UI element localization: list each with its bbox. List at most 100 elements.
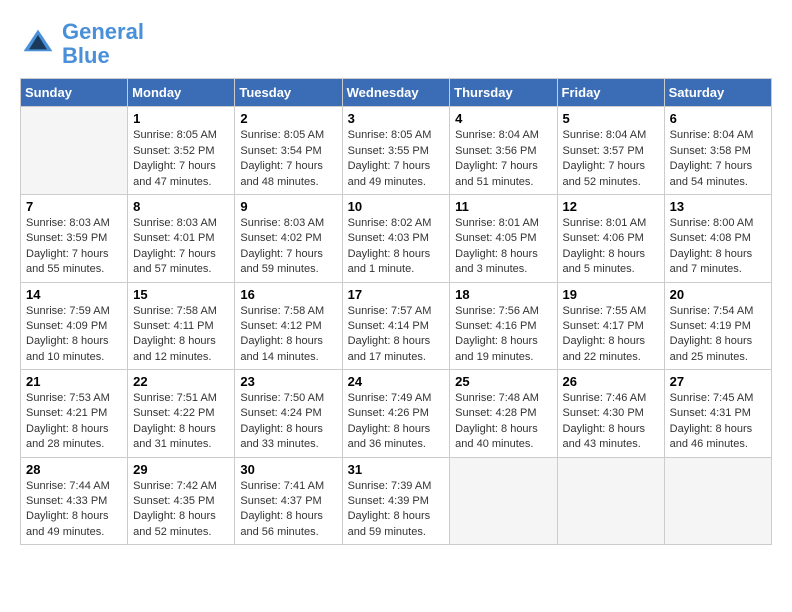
day-number: 3	[348, 111, 445, 126]
day-number: 31	[348, 462, 445, 477]
calendar-cell: 8Sunrise: 8:03 AMSunset: 4:01 PMDaylight…	[128, 194, 235, 282]
day-info: Sunrise: 8:01 AMSunset: 4:05 PMDaylight:…	[455, 216, 551, 278]
day-number: 29	[133, 462, 229, 477]
day-info: Sunrise: 7:59 AMSunset: 4:09 PMDaylight:…	[26, 304, 122, 366]
calendar-cell: 30 Sunrise: 7:41 AMSunset: 4:37 PMDayligh…	[235, 457, 342, 545]
calendar-cell: 9 Sunrise: 8:03 AMSunset: 4:02 PMDaylight…	[235, 194, 342, 282]
day-header-sunday: Sunday	[21, 79, 128, 107]
calendar-cell: 6 Sunrise: 8:04 AMSunset: 3:58 PMDaylight…	[664, 107, 771, 195]
day-number: 11	[455, 199, 551, 214]
day-number: 28	[26, 462, 122, 477]
day-info: Sunrise: 7:56 AMSunset: 4:16 PMDaylight:…	[455, 304, 551, 366]
calendar-cell	[557, 457, 664, 545]
calendar-cell: 13 Sunrise: 8:00 AMSunset: 4:08 PMDayligh…	[664, 194, 771, 282]
calendar-cell: 7 Sunrise: 8:03 AMSunset: 3:59 PMDaylight…	[21, 194, 128, 282]
day-number: 19	[563, 287, 659, 302]
day-number: 6	[670, 111, 766, 126]
day-number: 10	[348, 199, 445, 214]
calendar-cell: 19 Sunrise: 7:55 AMSunset: 4:17 PMDayligh…	[557, 282, 664, 370]
calendar-cell: 24 Sunrise: 7:49 AMSunset: 4:26 PMDayligh…	[342, 370, 450, 458]
calendar-week-1: 1 Sunrise: 8:05 AMSunset: 3:52 PMDaylight…	[21, 107, 772, 195]
calendar-cell: 14 Sunrise: 7:59 AMSunset: 4:09 PMDayligh…	[21, 282, 128, 370]
logo-icon	[20, 26, 56, 62]
calendar-cell: 22Sunrise: 7:51 AMSunset: 4:22 PMDayligh…	[128, 370, 235, 458]
day-number: 13	[670, 199, 766, 214]
calendar-week-5: 28Sunrise: 7:44 AMSunset: 4:33 PMDayligh…	[21, 457, 772, 545]
calendar-cell: 25 Sunrise: 7:48 AMSunset: 4:28 PMDayligh…	[450, 370, 557, 458]
day-info: Sunrise: 7:49 AMSunset: 4:26 PMDaylight:…	[348, 391, 445, 453]
day-number: 1	[133, 111, 229, 126]
day-number: 17	[348, 287, 445, 302]
calendar-cell: 21 Sunrise: 7:53 AMSunset: 4:21 PMDayligh…	[21, 370, 128, 458]
day-number: 23	[240, 374, 336, 389]
day-info: Sunrise: 8:00 AMSunset: 4:08 PMDaylight:…	[670, 216, 766, 278]
day-info: Sunrise: 8:04 AMSunset: 3:57 PMDaylight:…	[563, 128, 659, 190]
day-number: 7	[26, 199, 122, 214]
calendar-week-2: 7 Sunrise: 8:03 AMSunset: 3:59 PMDaylight…	[21, 194, 772, 282]
day-number: 5	[563, 111, 659, 126]
calendar-cell: 15 Sunrise: 7:58 AMSunset: 4:11 PMDayligh…	[128, 282, 235, 370]
day-number: 15	[133, 287, 229, 302]
calendar-cell: 18 Sunrise: 7:56 AMSunset: 4:16 PMDayligh…	[450, 282, 557, 370]
day-info: Sunrise: 7:53 AMSunset: 4:21 PMDaylight:…	[26, 391, 122, 453]
day-header-tuesday: Tuesday	[235, 79, 342, 107]
day-info: Sunrise: 8:03 AMSunset: 3:59 PMDaylight:…	[26, 216, 122, 278]
day-info: Sunrise: 7:39 AMSunset: 4:39 PMDaylight:…	[348, 479, 445, 541]
day-info: Sunrise: 8:05 AMSunset: 3:55 PMDaylight:…	[348, 128, 445, 190]
calendar-cell: 4Sunrise: 8:04 AMSunset: 3:56 PMDaylight…	[450, 107, 557, 195]
day-number: 21	[26, 374, 122, 389]
day-info: Sunrise: 8:03 AMSunset: 4:02 PMDaylight:…	[240, 216, 336, 278]
page-header: General Blue	[20, 20, 772, 68]
calendar-cell: 31 Sunrise: 7:39 AMSunset: 4:39 PMDayligh…	[342, 457, 450, 545]
day-info: Sunrise: 7:46 AMSunset: 4:30 PMDaylight:…	[563, 391, 659, 453]
day-info: Sunrise: 7:58 AMSunset: 4:12 PMDaylight:…	[240, 304, 336, 366]
calendar-cell: 3 Sunrise: 8:05 AMSunset: 3:55 PMDaylight…	[342, 107, 450, 195]
day-info: Sunrise: 7:48 AMSunset: 4:28 PMDaylight:…	[455, 391, 551, 453]
day-number: 26	[563, 374, 659, 389]
day-number: 12	[563, 199, 659, 214]
calendar-cell: 16 Sunrise: 7:58 AMSunset: 4:12 PMDayligh…	[235, 282, 342, 370]
day-number: 20	[670, 287, 766, 302]
logo: General Blue	[20, 20, 144, 68]
day-info: Sunrise: 7:42 AMSunset: 4:35 PMDaylight:…	[133, 479, 229, 541]
day-info: Sunrise: 7:55 AMSunset: 4:17 PMDaylight:…	[563, 304, 659, 366]
day-info: Sunrise: 8:04 AMSunset: 3:58 PMDaylight:…	[670, 128, 766, 190]
day-info: Sunrise: 7:54 AMSunset: 4:19 PMDaylight:…	[670, 304, 766, 366]
calendar-cell: 26 Sunrise: 7:46 AMSunset: 4:30 PMDayligh…	[557, 370, 664, 458]
day-header-thursday: Thursday	[450, 79, 557, 107]
day-info: Sunrise: 8:04 AMSunset: 3:56 PMDaylight:…	[455, 128, 551, 190]
day-info: Sunrise: 7:58 AMSunset: 4:11 PMDaylight:…	[133, 304, 229, 366]
day-info: Sunrise: 8:05 AMSunset: 3:52 PMDaylight:…	[133, 128, 229, 190]
calendar-cell: 29 Sunrise: 7:42 AMSunset: 4:35 PMDayligh…	[128, 457, 235, 545]
calendar-cell	[21, 107, 128, 195]
calendar-cell: 1 Sunrise: 8:05 AMSunset: 3:52 PMDaylight…	[128, 107, 235, 195]
day-number: 8	[133, 199, 229, 214]
calendar-week-3: 14 Sunrise: 7:59 AMSunset: 4:09 PMDayligh…	[21, 282, 772, 370]
day-number: 24	[348, 374, 445, 389]
calendar-cell: 12 Sunrise: 8:01 AMSunset: 4:06 PMDayligh…	[557, 194, 664, 282]
day-info: Sunrise: 7:51 AMSunset: 4:22 PMDaylight:…	[133, 391, 229, 453]
day-number: 30	[240, 462, 336, 477]
calendar-cell: 2 Sunrise: 8:05 AMSunset: 3:54 PMDaylight…	[235, 107, 342, 195]
day-number: 18	[455, 287, 551, 302]
day-number: 25	[455, 374, 551, 389]
day-number: 14	[26, 287, 122, 302]
day-number: 9	[240, 199, 336, 214]
day-info: Sunrise: 7:57 AMSunset: 4:14 PMDaylight:…	[348, 304, 445, 366]
day-info: Sunrise: 8:05 AMSunset: 3:54 PMDaylight:…	[240, 128, 336, 190]
day-info: Sunrise: 8:02 AMSunset: 4:03 PMDaylight:…	[348, 216, 445, 278]
day-info: Sunrise: 7:41 AMSunset: 4:37 PMDaylight:…	[240, 479, 336, 541]
day-number: 16	[240, 287, 336, 302]
day-header-friday: Friday	[557, 79, 664, 107]
day-header-saturday: Saturday	[664, 79, 771, 107]
calendar-week-4: 21 Sunrise: 7:53 AMSunset: 4:21 PMDayligh…	[21, 370, 772, 458]
day-number: 2	[240, 111, 336, 126]
day-info: Sunrise: 8:01 AMSunset: 4:06 PMDaylight:…	[563, 216, 659, 278]
day-info: Sunrise: 7:45 AMSunset: 4:31 PMDaylight:…	[670, 391, 766, 453]
calendar-cell: 5 Sunrise: 8:04 AMSunset: 3:57 PMDaylight…	[557, 107, 664, 195]
calendar-cell: 28Sunrise: 7:44 AMSunset: 4:33 PMDayligh…	[21, 457, 128, 545]
calendar-cell: 27 Sunrise: 7:45 AMSunset: 4:31 PMDayligh…	[664, 370, 771, 458]
day-number: 27	[670, 374, 766, 389]
day-info: Sunrise: 7:50 AMSunset: 4:24 PMDaylight:…	[240, 391, 336, 453]
calendar-cell	[450, 457, 557, 545]
